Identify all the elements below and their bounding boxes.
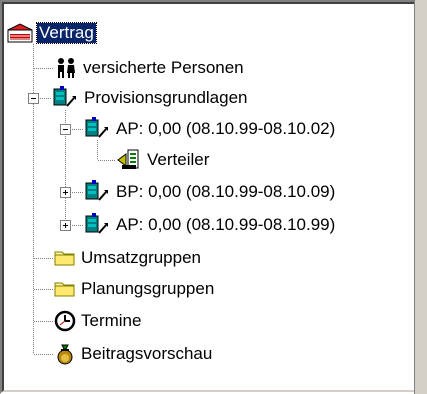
commission-icon — [85, 117, 108, 138]
commission-icon — [85, 213, 108, 234]
expand-toggle[interactable] — [60, 187, 71, 198]
tree-node-label: versicherte Personen — [83, 58, 244, 77]
tree-node-label: AP: 0,00 (08.10.99-08.10.02) — [116, 119, 336, 138]
tree-node-label: Umsatzgruppen — [81, 248, 202, 267]
money-bag-icon — [57, 344, 73, 365]
persons-icon — [58, 58, 75, 78]
collapse-toggle[interactable] — [60, 124, 71, 135]
clock-icon — [54, 310, 76, 332]
tree-node-label: Termine — [81, 311, 142, 330]
tree-node-label: BP: 0,00 (08.10.99-08.10.09) — [116, 182, 336, 201]
folder-icon — [54, 282, 75, 297]
tree-view-panel: Vertrag versicherte Personen Provisionsg… — [0, 0, 427, 394]
folder-icon — [54, 251, 75, 266]
contract-icon — [7, 23, 33, 43]
expand-toggle[interactable] — [60, 220, 71, 231]
collapse-toggle[interactable] — [28, 93, 39, 104]
distributor-icon — [117, 149, 139, 169]
tree-node-label: Verteiler — [147, 150, 210, 169]
commission-icon — [53, 86, 76, 107]
tree-node-label: Vertrag — [36, 22, 97, 44]
tree-node-label: Planungsgruppen — [81, 279, 215, 298]
tree-node-label: Provisionsgrundlagen — [84, 88, 248, 107]
tree-node-label: AP: 0,00 (08.10.99-08.10.99) — [116, 215, 336, 234]
commission-icon — [85, 180, 108, 201]
tree-node-label: Beitragsvorschau — [81, 344, 213, 363]
